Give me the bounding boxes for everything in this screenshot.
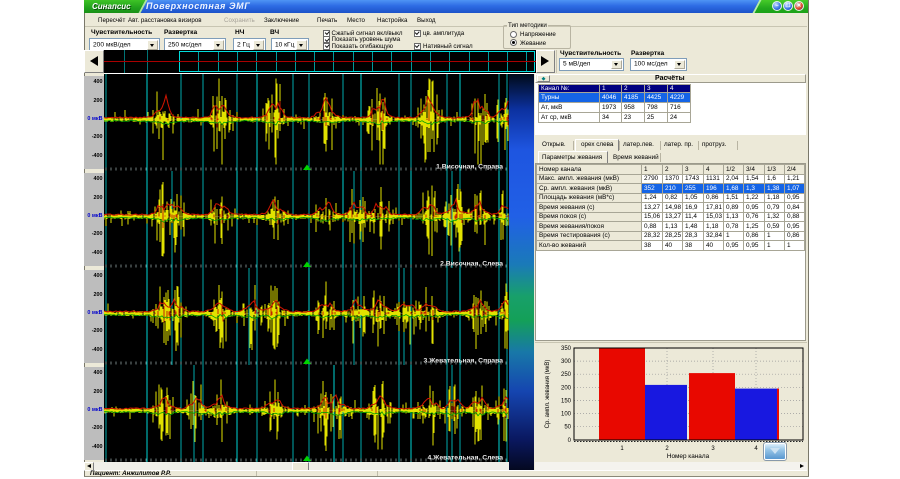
svg-text:200: 200 xyxy=(561,385,572,391)
svg-text:350: 350 xyxy=(561,346,572,352)
svg-text:Ср. ампл. жевания (мкВ): Ср. ампл. жевания (мкВ) xyxy=(545,360,551,429)
svg-text:300: 300 xyxy=(561,359,572,365)
svg-text:1: 1 xyxy=(620,446,624,452)
svg-text:50: 50 xyxy=(564,425,571,431)
svg-text:4.Жевательная, Слева: 4.Жевательная, Слева xyxy=(428,454,504,461)
svg-text:100: 100 xyxy=(561,412,572,418)
svg-text:3.Жевательная, Справа: 3.Жевательная, Справа xyxy=(423,357,503,364)
svg-text:Номер канала: Номер канала xyxy=(667,453,710,460)
svg-text:2.Височная, Слева: 2.Височная, Слева xyxy=(440,260,503,267)
svg-text:1.Височная, Справа: 1.Височная, Справа xyxy=(436,163,503,170)
svg-text:3: 3 xyxy=(711,446,715,452)
svg-text:150: 150 xyxy=(561,398,572,404)
svg-text:2: 2 xyxy=(665,446,669,452)
svg-text:0: 0 xyxy=(568,438,572,444)
svg-text:250: 250 xyxy=(561,372,572,378)
svg-text:4: 4 xyxy=(754,446,758,452)
